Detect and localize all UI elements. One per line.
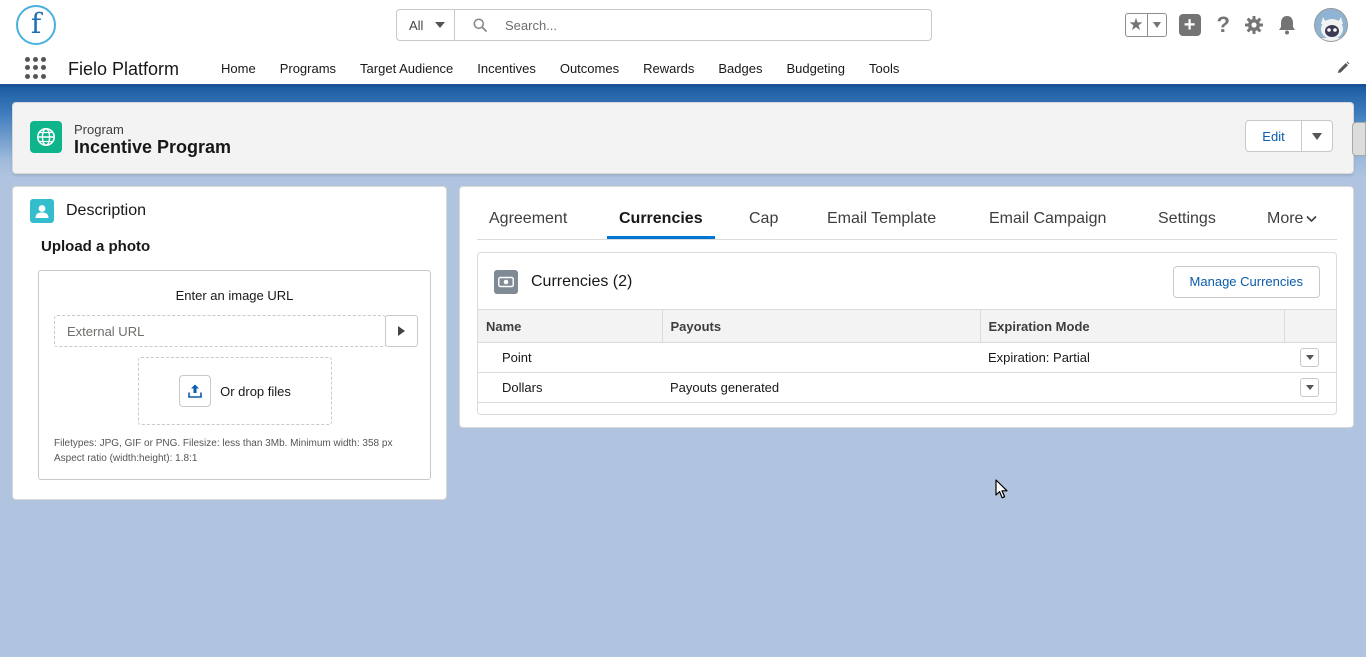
nav-bar: Fielo Platform Home Programs Target Audi… (0, 50, 1366, 87)
bell-icon[interactable] (1278, 15, 1296, 35)
nav-item-budgeting[interactable]: Budgeting (786, 50, 845, 87)
file-info-line: Filetypes: JPG, GIF or PNG. Filesize: le… (54, 438, 393, 449)
row-actions-button[interactable] (1300, 378, 1319, 397)
tab-more[interactable]: More (1255, 199, 1329, 239)
nav-item-badges[interactable]: Badges (718, 50, 762, 87)
more-actions-button[interactable] (1302, 121, 1332, 151)
file-drop-zone[interactable]: Or drop files (138, 357, 332, 425)
table-row: Dollars Payouts generated (478, 372, 1336, 403)
play-icon (398, 326, 405, 336)
tab-email-template[interactable]: Email Template (815, 199, 948, 239)
search-scope-dropdown[interactable]: All (397, 10, 455, 40)
search-field (455, 10, 931, 40)
url-label: Enter an image URL (175, 288, 294, 303)
nav-item-target-audience[interactable]: Target Audience (360, 50, 453, 87)
currency-expiration: Expiration: Partial (980, 342, 1284, 373)
nav-items: Home Programs Target Audience Incentives… (221, 50, 923, 87)
upload-icon[interactable] (179, 375, 212, 407)
currencies-related-list: Currencies (2) Manage Currencies Name Pa… (477, 252, 1337, 415)
row-actions-button[interactable] (1300, 348, 1319, 367)
file-info-line: Aspect ratio (width:height): 1.8:1 (54, 453, 198, 464)
nav-item-rewards[interactable]: Rewards (643, 50, 694, 87)
page-title: Incentive Program (74, 137, 232, 157)
search-input[interactable] (505, 17, 885, 33)
globe-icon (30, 121, 62, 153)
mouse-cursor-icon (995, 479, 1008, 499)
description-title: Description (66, 202, 147, 219)
table-row: Point Expiration: Partial (478, 342, 1336, 373)
table-header-row: Name Payouts Expiration Mode (478, 309, 1336, 343)
external-url-input[interactable] (54, 315, 386, 347)
tab-email-campaign[interactable]: Email Campaign (977, 199, 1118, 239)
search-icon (473, 18, 487, 32)
column-header-payouts[interactable]: Payouts (661, 309, 980, 343)
row-actions-cell (1284, 372, 1336, 403)
chevron-down-icon (1152, 22, 1161, 28)
column-header-actions (1283, 309, 1336, 343)
chevron-down-icon (1306, 215, 1318, 223)
global-search: All (396, 9, 932, 41)
tab-currencies[interactable]: Currencies (607, 199, 715, 239)
global-actions-button[interactable]: + (1178, 14, 1201, 36)
manage-currencies-button[interactable]: Manage Currencies (1172, 266, 1320, 298)
row-actions-cell (1284, 342, 1336, 373)
search-scope-label: All (409, 17, 424, 33)
currency-icon (494, 270, 518, 294)
upload-box: Enter an image URL Or drop files Filetyp… (38, 270, 431, 480)
nav-item-home[interactable]: Home (221, 50, 256, 87)
logo-letter: f (30, 6, 42, 40)
contact-icon (30, 199, 54, 223)
favorites-menu-button[interactable] (1148, 14, 1166, 36)
chevron-down-icon (1305, 385, 1314, 390)
currency-payouts: Payouts generated (662, 372, 980, 403)
tab-bar: Agreement Currencies Cap Email Template … (477, 199, 1337, 240)
gear-icon[interactable] (1244, 15, 1264, 35)
global-header: f All ★ + ? (0, 0, 1366, 50)
upload-title: Upload a photo (41, 238, 151, 255)
nav-item-tools[interactable]: Tools (869, 50, 899, 87)
tab-more-label: More (1267, 210, 1304, 227)
column-header-expiration-mode[interactable]: Expiration Mode (979, 309, 1284, 343)
nav-item-outcomes[interactable]: Outcomes (560, 50, 619, 87)
nav-item-incentives[interactable]: Incentives (477, 50, 536, 87)
url-submit-button[interactable] (385, 315, 418, 347)
app-launcher-icon[interactable] (25, 57, 47, 79)
currency-payouts (662, 342, 980, 373)
description-card: Description Upload a photo Enter an imag… (12, 186, 447, 500)
file-requirements: Filetypes: JPG, GIF or PNG. Filesize: le… (54, 436, 424, 466)
star-icon[interactable]: ★ (1126, 14, 1148, 36)
app-name: Fielo Platform (68, 59, 180, 79)
record-header: Program Incentive Program Edit (12, 102, 1354, 174)
record-type: Program (74, 122, 124, 137)
record-actions: Edit (1245, 120, 1333, 152)
column-header-name[interactable]: Name (478, 309, 662, 343)
chevron-down-icon (435, 22, 446, 28)
fielo-logo[interactable]: f (16, 5, 56, 45)
edit-button[interactable]: Edit (1246, 121, 1302, 151)
drop-files-label: Or drop files (220, 383, 291, 399)
currencies-title: Currencies (2) (531, 273, 633, 290)
tab-cap[interactable]: Cap (737, 199, 790, 239)
currencies-table: Name Payouts Expiration Mode Point Expir… (478, 309, 1336, 403)
favorites-group: ★ (1124, 13, 1167, 37)
currency-name[interactable]: Point (478, 342, 662, 373)
currency-expiration (980, 372, 1284, 403)
chevron-down-icon (1305, 355, 1314, 360)
help-icon[interactable]: ? (1217, 12, 1230, 38)
side-panel-toggle[interactable] (1352, 122, 1366, 156)
tab-settings[interactable]: Settings (1146, 199, 1228, 239)
pencil-icon[interactable] (1336, 61, 1350, 78)
chevron-down-icon (1312, 132, 1322, 140)
nav-item-programs[interactable]: Programs (280, 50, 336, 87)
currency-name[interactable]: Dollars (478, 372, 662, 403)
tab-agreement[interactable]: Agreement (477, 199, 579, 239)
header-utility-icons: ★ + ? (1124, 7, 1348, 43)
avatar[interactable] (1314, 8, 1348, 42)
related-tabs-card: Agreement Currencies Cap Email Template … (459, 186, 1354, 428)
